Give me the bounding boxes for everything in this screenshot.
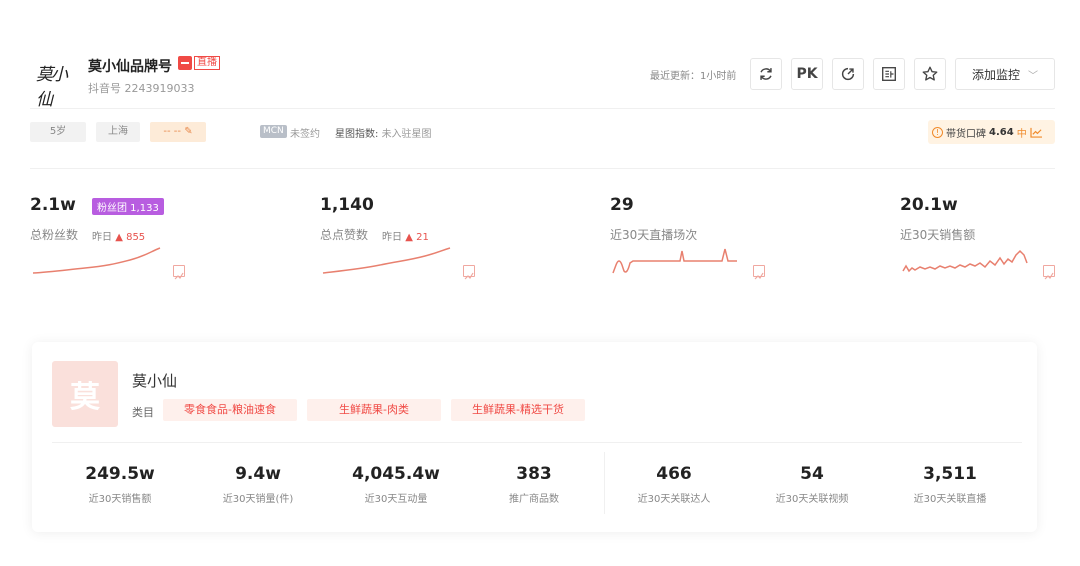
edit-tag[interactable]: -- -- ✎ [150, 122, 206, 142]
live-badge[interactable]: 直播 [178, 56, 220, 70]
info-icon: ! [932, 126, 943, 138]
fans-sparkline [32, 247, 161, 274]
yesterday-change: 21 [416, 232, 429, 243]
stat-yesterday: 昨日 ▲ 855 [92, 228, 145, 243]
metric-value: 383 [516, 464, 552, 484]
star-index-label: 星图指数: [335, 129, 379, 140]
up-arrow-icon: ▲ [115, 232, 123, 243]
live-icon [178, 56, 192, 70]
compare-icon [882, 67, 896, 81]
category-tag[interactable]: 生鲜蔬果-肉类 [307, 399, 441, 421]
add-monitor-dropdown[interactable]: 添加监控 ﹀ [955, 58, 1055, 90]
chevron-down-icon: ﹀ [1028, 70, 1038, 82]
edit-tag-value: -- -- [163, 126, 182, 137]
metric-label: 近30天关联视频 [775, 494, 849, 505]
star-index-value: 未入驻星图 [381, 129, 432, 140]
stat-total-fans: 2.1w 粉丝团 1,133 总粉丝数 昨日 ▲ 855 [30, 195, 230, 285]
trend-icon[interactable] [753, 265, 765, 280]
sales-sparkline [902, 249, 1028, 273]
stat-value: 29 [610, 195, 634, 215]
trend-chart-icon [1030, 127, 1042, 138]
metric-value: 249.5w [85, 464, 155, 484]
stat-value: 1,140 [320, 195, 374, 215]
mcn-status: 未签约 [290, 129, 320, 140]
refresh-icon [760, 68, 772, 80]
metric-item: 54 近30天关联视频 [742, 464, 882, 505]
last-update-text: 最近更新：1小时前 [650, 71, 737, 82]
metric-item: 4,045.4w 近30天互动量 [326, 464, 466, 505]
age-tag: 5岁 [30, 122, 86, 142]
stat-sales-30d: 20.1w 近30天销售额 [900, 195, 1080, 285]
category-label: 类目 [132, 406, 154, 419]
metric-item: 9.4w 近30天销量(件) [188, 464, 328, 505]
compare-button[interactable] [873, 58, 905, 90]
brand-card: 莫 莫小仙 类目 零食食品-粮油速食 生鲜蔬果-肉类 生鲜蔬果-精选干货 249… [32, 342, 1037, 532]
stat-label: 近30天直播场次 [610, 228, 698, 242]
trend-icon[interactable] [1043, 265, 1055, 280]
reputation-label: 带货口碑 [946, 128, 986, 140]
edit-icon: ✎ [184, 126, 193, 137]
pk-button[interactable]: PK [791, 58, 823, 90]
brand-avatar[interactable]: 莫 [52, 361, 118, 427]
card-brand-name[interactable]: 莫小仙 [132, 370, 177, 391]
metric-label: 近30天销量(件) [222, 494, 294, 505]
reputation-level: 中 [1016, 128, 1027, 140]
star-icon [922, 66, 938, 81]
yesterday-change: 855 [126, 232, 146, 243]
metric-label: 近30天互动量 [364, 494, 428, 505]
metric-value: 466 [656, 464, 692, 484]
metric-value: 54 [800, 464, 824, 484]
profile-header: 莫小仙 莫小仙品牌号 直播 抖音号 2243919033 最近更新：1小时前 P… [30, 50, 1055, 110]
star-index: 星图指数: 未入驻星图 [335, 125, 432, 140]
likes-sparkline [322, 247, 451, 274]
header-divider [30, 108, 1055, 109]
metric-item: 3,511 近30天关联直播 [880, 464, 1020, 505]
tags-divider [30, 168, 1055, 169]
brand-name: 莫小仙品牌号 [88, 59, 172, 75]
category-tag[interactable]: 生鲜蔬果-精选干货 [451, 399, 585, 421]
metric-item: 383 推广商品数 [464, 464, 604, 505]
stat-label: 总粉丝数 [30, 228, 79, 242]
stat-label: 总点赞数 [320, 228, 369, 242]
trend-icon[interactable] [463, 265, 475, 280]
yesterday-label: 昨日 [92, 232, 112, 243]
metric-item: 249.5w 近30天销售额 [50, 464, 190, 505]
live-badge-label: 直播 [194, 56, 220, 70]
mcn-badge: MCN [260, 125, 287, 138]
stat-total-likes: 1,140 总点赞数 昨日 ▲ 21 [320, 195, 520, 285]
brand-logo: 莫小仙 [36, 65, 68, 110]
metric-value: 9.4w [235, 464, 281, 484]
stat-value: 20.1w [900, 195, 958, 215]
yesterday-label: 昨日 [382, 232, 402, 243]
share-button[interactable] [832, 58, 864, 90]
refresh-button[interactable] [750, 58, 782, 90]
favorite-button[interactable] [914, 58, 946, 90]
metric-label: 近30天关联直播 [913, 494, 987, 505]
metric-value: 4,045.4w [352, 464, 440, 484]
profile-tags-row: 5岁 上海 -- -- ✎ MCN 未签约 星图指数: 未入驻星图 ! 带货口碑… [30, 120, 1055, 148]
metric-item: 466 近30天关联达人 [604, 464, 744, 505]
metric-label: 近30天关联达人 [637, 494, 711, 505]
category-tag[interactable]: 零食食品-粮油速食 [163, 399, 297, 421]
metric-value: 3,511 [923, 464, 977, 484]
live-sessions-sparkline [612, 248, 737, 274]
pk-label: PK [796, 66, 818, 82]
stat-yesterday: 昨日 ▲ 21 [382, 228, 429, 243]
location-tag: 上海 [96, 122, 140, 142]
stat-label: 近30天销售额 [900, 228, 976, 242]
stat-live-sessions: 29 近30天直播场次 [610, 195, 810, 285]
metric-label: 推广商品数 [509, 494, 559, 505]
douyin-id: 抖音号 2243919033 [88, 82, 195, 95]
reputation-value: 4.64 [989, 126, 1014, 138]
fans-club-badge[interactable]: 粉丝团 1,133 [92, 198, 164, 215]
add-monitor-label: 添加监控 [971, 67, 1020, 82]
reputation-box[interactable]: ! 带货口碑 4.64 中 [928, 120, 1055, 144]
trend-icon[interactable] [173, 265, 185, 280]
share-icon [841, 67, 855, 81]
card-divider [52, 442, 1022, 443]
up-arrow-icon: ▲ [405, 232, 413, 243]
metric-label: 近30天销售额 [88, 494, 152, 505]
